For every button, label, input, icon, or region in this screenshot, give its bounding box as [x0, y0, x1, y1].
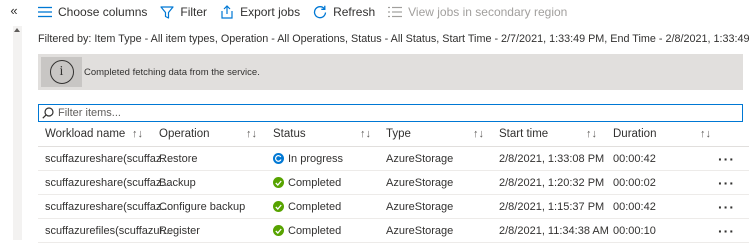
- table-row[interactable]: scuffazureshare(scuffaz... Backup Comple…: [38, 171, 749, 195]
- info-icon: i: [49, 60, 74, 84]
- sort-workload-icon[interactable]: ↑↓: [132, 128, 143, 140]
- type: AzureStorage: [386, 176, 454, 189]
- filter-summary: Filtered by: Item Type - All item types,…: [38, 33, 749, 45]
- column-header-duration[interactable]: Duration: [613, 122, 656, 146]
- more-options-icon[interactable]: ···: [718, 147, 735, 170]
- sort-operation-icon[interactable]: ↑↓: [246, 128, 257, 140]
- start-time: 2/8/2021, 1:15:37 PM: [499, 200, 605, 213]
- status-label: Completed: [288, 224, 342, 237]
- status-cell: Completed: [273, 195, 341, 218]
- in-progress-icon: [273, 153, 284, 164]
- more-options-icon[interactable]: ···: [718, 219, 735, 242]
- collapse-panel-icon[interactable]: «: [4, 4, 24, 20]
- operation: Backup: [159, 176, 196, 189]
- check-icon: [273, 225, 284, 236]
- status-cell: Completed: [273, 171, 341, 194]
- column-header-operation[interactable]: Operation: [159, 122, 210, 146]
- status-cell: Completed: [273, 219, 341, 242]
- table-row[interactable]: scuffazureshare(scuffaz... Configure bac…: [38, 195, 749, 219]
- choose-columns-label: Choose columns: [58, 5, 148, 19]
- status-label: Completed: [288, 176, 342, 189]
- filter-label: Filter: [180, 5, 208, 19]
- choose-columns-button[interactable]: Choose columns: [38, 5, 147, 19]
- workload-name[interactable]: scuffazurefiles(scuffazur...: [45, 219, 172, 242]
- more-options-icon[interactable]: ···: [718, 171, 735, 194]
- more-options-icon[interactable]: ···: [718, 195, 735, 218]
- info-banner: i Completed fetching data from the servi…: [38, 54, 743, 90]
- type: AzureStorage: [386, 152, 454, 165]
- view-secondary-region-label: View jobs in secondary region: [408, 5, 568, 19]
- table-row[interactable]: scuffazureshare(scuffaz... Restore In pr…: [38, 147, 749, 171]
- check-icon: [273, 201, 284, 212]
- column-header-start-time[interactable]: Start time: [499, 122, 548, 146]
- columns-icon: [38, 5, 52, 19]
- filter-items-input[interactable]: [56, 107, 718, 119]
- type: AzureStorage: [386, 200, 454, 213]
- jobs-grid: Workload name ↑↓ Operation ↑↓ Status ↑↓ …: [38, 122, 749, 243]
- duration: 00:00:42: [613, 200, 656, 213]
- check-icon: [273, 177, 284, 188]
- sort-duration-icon[interactable]: ↑↓: [700, 128, 711, 140]
- export-jobs-button[interactable]: Export jobs: [220, 5, 300, 19]
- export-jobs-label: Export jobs: [240, 5, 301, 19]
- operation: Restore: [159, 152, 198, 165]
- list-icon: [388, 5, 403, 19]
- duration: 00:00:42: [613, 152, 656, 165]
- start-time: 2/8/2021, 1:33:08 PM: [499, 152, 605, 165]
- sort-status-icon[interactable]: ↑↓: [360, 128, 371, 140]
- sort-start-time-icon[interactable]: ↑↓: [586, 128, 597, 140]
- start-time: 2/8/2021, 1:20:32 PM: [499, 176, 605, 189]
- status-label: In progress: [288, 152, 344, 165]
- table-row[interactable]: scuffazurefiles(scuffazur... Register Co…: [38, 219, 749, 243]
- workload-name[interactable]: scuffazureshare(scuffaz...: [45, 147, 171, 170]
- vertical-scrollbar[interactable]: [13, 26, 22, 240]
- refresh-label: Refresh: [333, 5, 376, 19]
- refresh-icon: [313, 5, 327, 19]
- type: AzureStorage: [386, 224, 454, 237]
- column-header-status[interactable]: Status: [273, 122, 306, 146]
- export-icon: [220, 5, 234, 19]
- filter-button[interactable]: Filter: [160, 5, 207, 19]
- operation: Configure backup: [159, 200, 246, 213]
- column-header-workload[interactable]: Workload name: [45, 122, 125, 146]
- status-label: Completed: [288, 200, 342, 213]
- filter-items-box[interactable]: [38, 104, 743, 122]
- workload-name[interactable]: scuffazureshare(scuffaz...: [45, 195, 171, 218]
- search-icon: [42, 106, 56, 120]
- column-header-type[interactable]: Type: [386, 122, 411, 146]
- status-cell: In progress: [273, 147, 343, 170]
- view-secondary-region-button[interactable]: View jobs in secondary region: [388, 5, 567, 19]
- operation: Register: [159, 224, 200, 237]
- refresh-button[interactable]: Refresh: [313, 5, 375, 19]
- info-message: Completed fetching data from the service…: [84, 67, 260, 78]
- grid-header: Workload name ↑↓ Operation ↑↓ Status ↑↓ …: [38, 122, 749, 147]
- duration: 00:00:02: [613, 176, 656, 189]
- filter-icon: [160, 5, 174, 19]
- workload-name[interactable]: scuffazureshare(scuffaz...: [45, 171, 171, 194]
- duration: 00:00:10: [613, 224, 656, 237]
- sort-type-icon[interactable]: ↑↓: [473, 128, 484, 140]
- start-time: 2/8/2021, 11:34:38 AM: [499, 224, 609, 237]
- toolbar: Choose columns Filter Export jobs Refres…: [38, 0, 749, 24]
- scroll-up-icon[interactable]: [14, 28, 20, 32]
- info-icon-container: i: [41, 57, 82, 87]
